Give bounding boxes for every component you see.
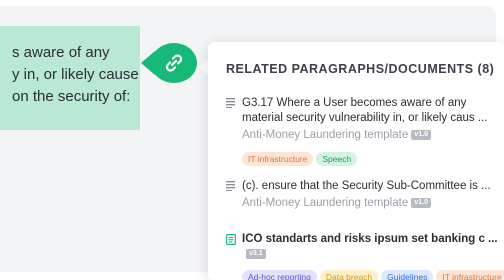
item-title-line: G3.17 Where a User becomes aware of any [242, 97, 467, 109]
source-name: Anti-Money Laundering template [242, 129, 409, 141]
tag[interactable]: Data breach [319, 270, 379, 280]
item-title-line: ICO standarts and risks ipsum set bankin… [242, 233, 498, 245]
paragraph-line: s aware of any [12, 44, 110, 61]
tag-list: Ad-hoc reporting Data breach Guidelines IT … [242, 267, 504, 280]
item-title: G3.17 Where a User becomes aware of any … [242, 96, 504, 126]
item-title: ICO standarts and risks ipsum set bankin… [242, 232, 504, 262]
source-name: Anti-Money Laundering template [242, 197, 409, 209]
paragraph-line: y in, or likely cause [12, 66, 139, 83]
related-link-button[interactable] [141, 43, 197, 83]
paragraph-line: on the security of: [12, 88, 131, 105]
related-documents-panel: RELATED PARAGRAPHS/DOCUMENTS (8) G3.17 W… [208, 42, 504, 280]
panel-title: RELATED PARAGRAPHS/DOCUMENTS (8) [226, 62, 495, 76]
version-badge: v1.0 [411, 129, 432, 140]
paragraph-lines-icon [226, 181, 235, 191]
tag[interactable]: Guidelines [381, 270, 434, 280]
link-icon [165, 54, 183, 72]
item-title: (c). ensure that the Security Sub-Commit… [242, 180, 491, 192]
tag-list: IT infrastructure Speech [242, 149, 504, 167]
tag[interactable]: IT infrastructure [242, 152, 314, 166]
highlighted-paragraph[interactable]: s aware of any y in, or likely cause on … [0, 26, 140, 130]
version-badge: v1.0 [411, 197, 432, 208]
tag[interactable]: Ad-hoc reporting [242, 270, 317, 280]
tag[interactable]: Speech [316, 152, 358, 166]
item-source: Anti-Money Laundering template v1.0 [242, 195, 504, 211]
item-source: Anti-Money Laundering template v1.0 [242, 127, 504, 143]
version-badge: v3.1 [246, 248, 266, 259]
paragraph-lines-icon [226, 98, 235, 108]
badge-pointer [141, 51, 155, 75]
item-title-line: material security vulnerability in, or l… [242, 112, 488, 124]
document-icon [226, 234, 236, 245]
tag[interactable]: IT infrastructure [436, 270, 504, 280]
